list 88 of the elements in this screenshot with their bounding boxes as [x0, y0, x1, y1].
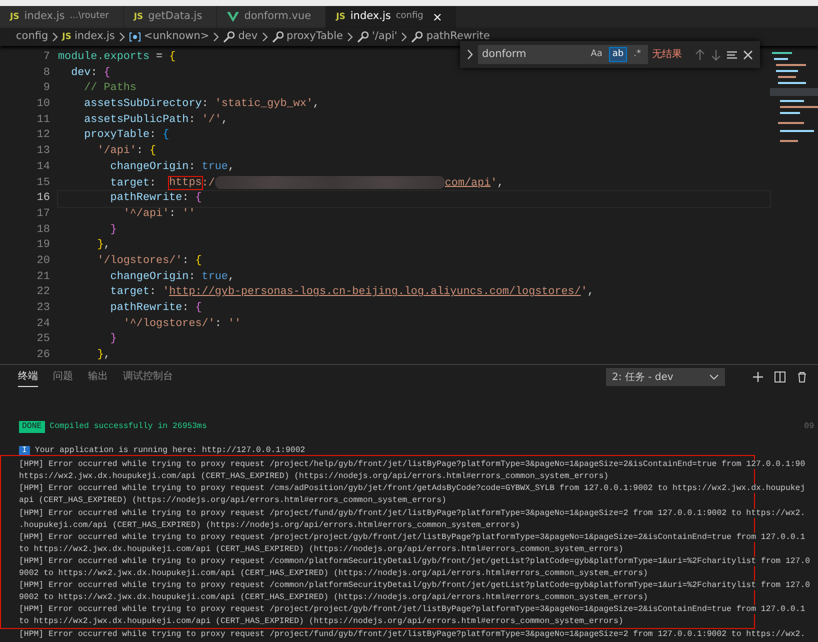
vue-file-icon [227, 11, 240, 23]
find-option-toggle[interactable]: .* [630, 47, 644, 62]
code-line: assetsSubDirectory: 'static_gyb_wx', [83, 97, 320, 112]
line-number: 12 [36, 128, 50, 144]
split-icon [774, 371, 786, 383]
editor-tab[interactable]: JS index.js ...\router [0, 6, 124, 28]
find-input[interactable]: donform Aa ab .* [478, 45, 648, 64]
code-line: } [109, 332, 117, 348]
up-arrow-icon [694, 48, 706, 60]
code-line: dev: { [70, 66, 110, 81]
panel-tab[interactable]: 输出 [88, 367, 108, 387]
chevron-icon [118, 32, 126, 42]
code-line: '/logstores/': { [96, 254, 202, 269]
panel-tab[interactable]: 问题 [53, 367, 73, 387]
info-badge: I [19, 446, 30, 456]
code-line: pathRewrite: { [109, 301, 202, 316]
code-line: proxyTable: { [83, 128, 170, 144]
editor-tab[interactable]: JS getData.js [124, 6, 218, 28]
line-number: 11 [36, 112, 50, 128]
code-line: }, [96, 238, 110, 254]
panel-tab[interactable]: 终端 [18, 367, 38, 387]
trash-icon [796, 371, 808, 383]
breadcrumb-item[interactable]: pathRewrite [426, 29, 490, 45]
code-line: module.exports = { [58, 50, 176, 65]
variable-icon [128, 31, 141, 43]
find-result: 无结果 [652, 48, 682, 62]
js-file-icon: JS [134, 10, 144, 24]
close-icon [742, 48, 754, 60]
tab-description: config [396, 10, 424, 24]
line-number: 18 [36, 222, 50, 238]
line-number: 17 [36, 206, 50, 222]
breadcrumb-item[interactable]: '/api' [372, 29, 398, 45]
line-number: 23 [36, 301, 50, 316]
chevron-icon [51, 32, 60, 42]
code-line: }, [96, 348, 110, 364]
code-line: '^/logstores/': '' [122, 316, 242, 332]
editor-tab[interactable]: donform.vue [217, 6, 326, 28]
js-file-icon: JS [10, 10, 20, 24]
breadcrumb-item[interactable]: proxyTable [286, 29, 343, 45]
find-in-selection-icon [726, 48, 738, 60]
chevron-icon [400, 32, 408, 42]
code-line: // Paths [83, 81, 136, 96]
line-number: 7 [42, 50, 50, 65]
plus-icon [752, 371, 764, 383]
chevron-icon [346, 32, 354, 42]
chevron-icon [466, 49, 474, 60]
task-dropdown[interactable]: 2: 任务 - dev [606, 368, 725, 386]
code-line: target: https:/ com/api', [109, 176, 504, 191]
breadcrumb-item[interactable]: index.js [74, 29, 115, 45]
line-number: 25 [36, 332, 50, 348]
code-line: changeOrigin: true, [109, 270, 234, 285]
line-number: 10 [36, 97, 50, 112]
code-line: '^/api': '' [122, 206, 196, 222]
line-number: 26 [36, 348, 50, 364]
js-file-icon: JS [336, 10, 346, 24]
code-line: '/api': { [96, 144, 156, 160]
code-line: } [109, 222, 117, 238]
chevron-icon [260, 32, 269, 42]
close-icon[interactable]: × [432, 8, 442, 26]
chevron-icon [212, 32, 220, 42]
line-number: 21 [36, 270, 50, 285]
find-option-toggle[interactable]: Aa [588, 47, 606, 62]
code-line: assetsPublicPath: '/', [83, 112, 228, 128]
breadcrumb-item[interactable]: <unknown> [144, 29, 210, 45]
tab-description: ...\router [70, 10, 109, 24]
caret-icon [709, 372, 719, 382]
line-number: 22 [36, 285, 50, 300]
highlight-frame: https [169, 176, 202, 189]
panel-tab[interactable]: 调试控制台 [123, 367, 173, 387]
line-number: 8 [42, 66, 50, 81]
done-badge: DONE [19, 421, 45, 434]
editor-tab[interactable]: JS index.js config × [326, 6, 458, 28]
code-line: changeOrigin: true, [109, 160, 234, 175]
line-number: 20 [36, 254, 50, 269]
find-option-toggle[interactable]: ab [609, 47, 627, 62]
line-number: 9 [42, 81, 50, 96]
down-arrow-icon [710, 48, 722, 60]
code-line: target: 'http://gyb-personas-logs.cn-beijing.log.aliyuncs.com/logstores/', [109, 285, 594, 300]
line-number: 24 [36, 316, 50, 332]
line-number: 19 [36, 238, 50, 254]
js-file-icon: JS [62, 30, 72, 44]
line-number: 15 [36, 176, 50, 190]
breadcrumb-item[interactable]: config [16, 29, 48, 45]
line-number: 14 [36, 160, 50, 175]
line-number: 16 [36, 191, 50, 206]
code-line: pathRewrite: { [58, 191, 770, 207]
line-number: 13 [36, 144, 50, 160]
breadcrumb-item[interactable]: dev [238, 29, 258, 45]
